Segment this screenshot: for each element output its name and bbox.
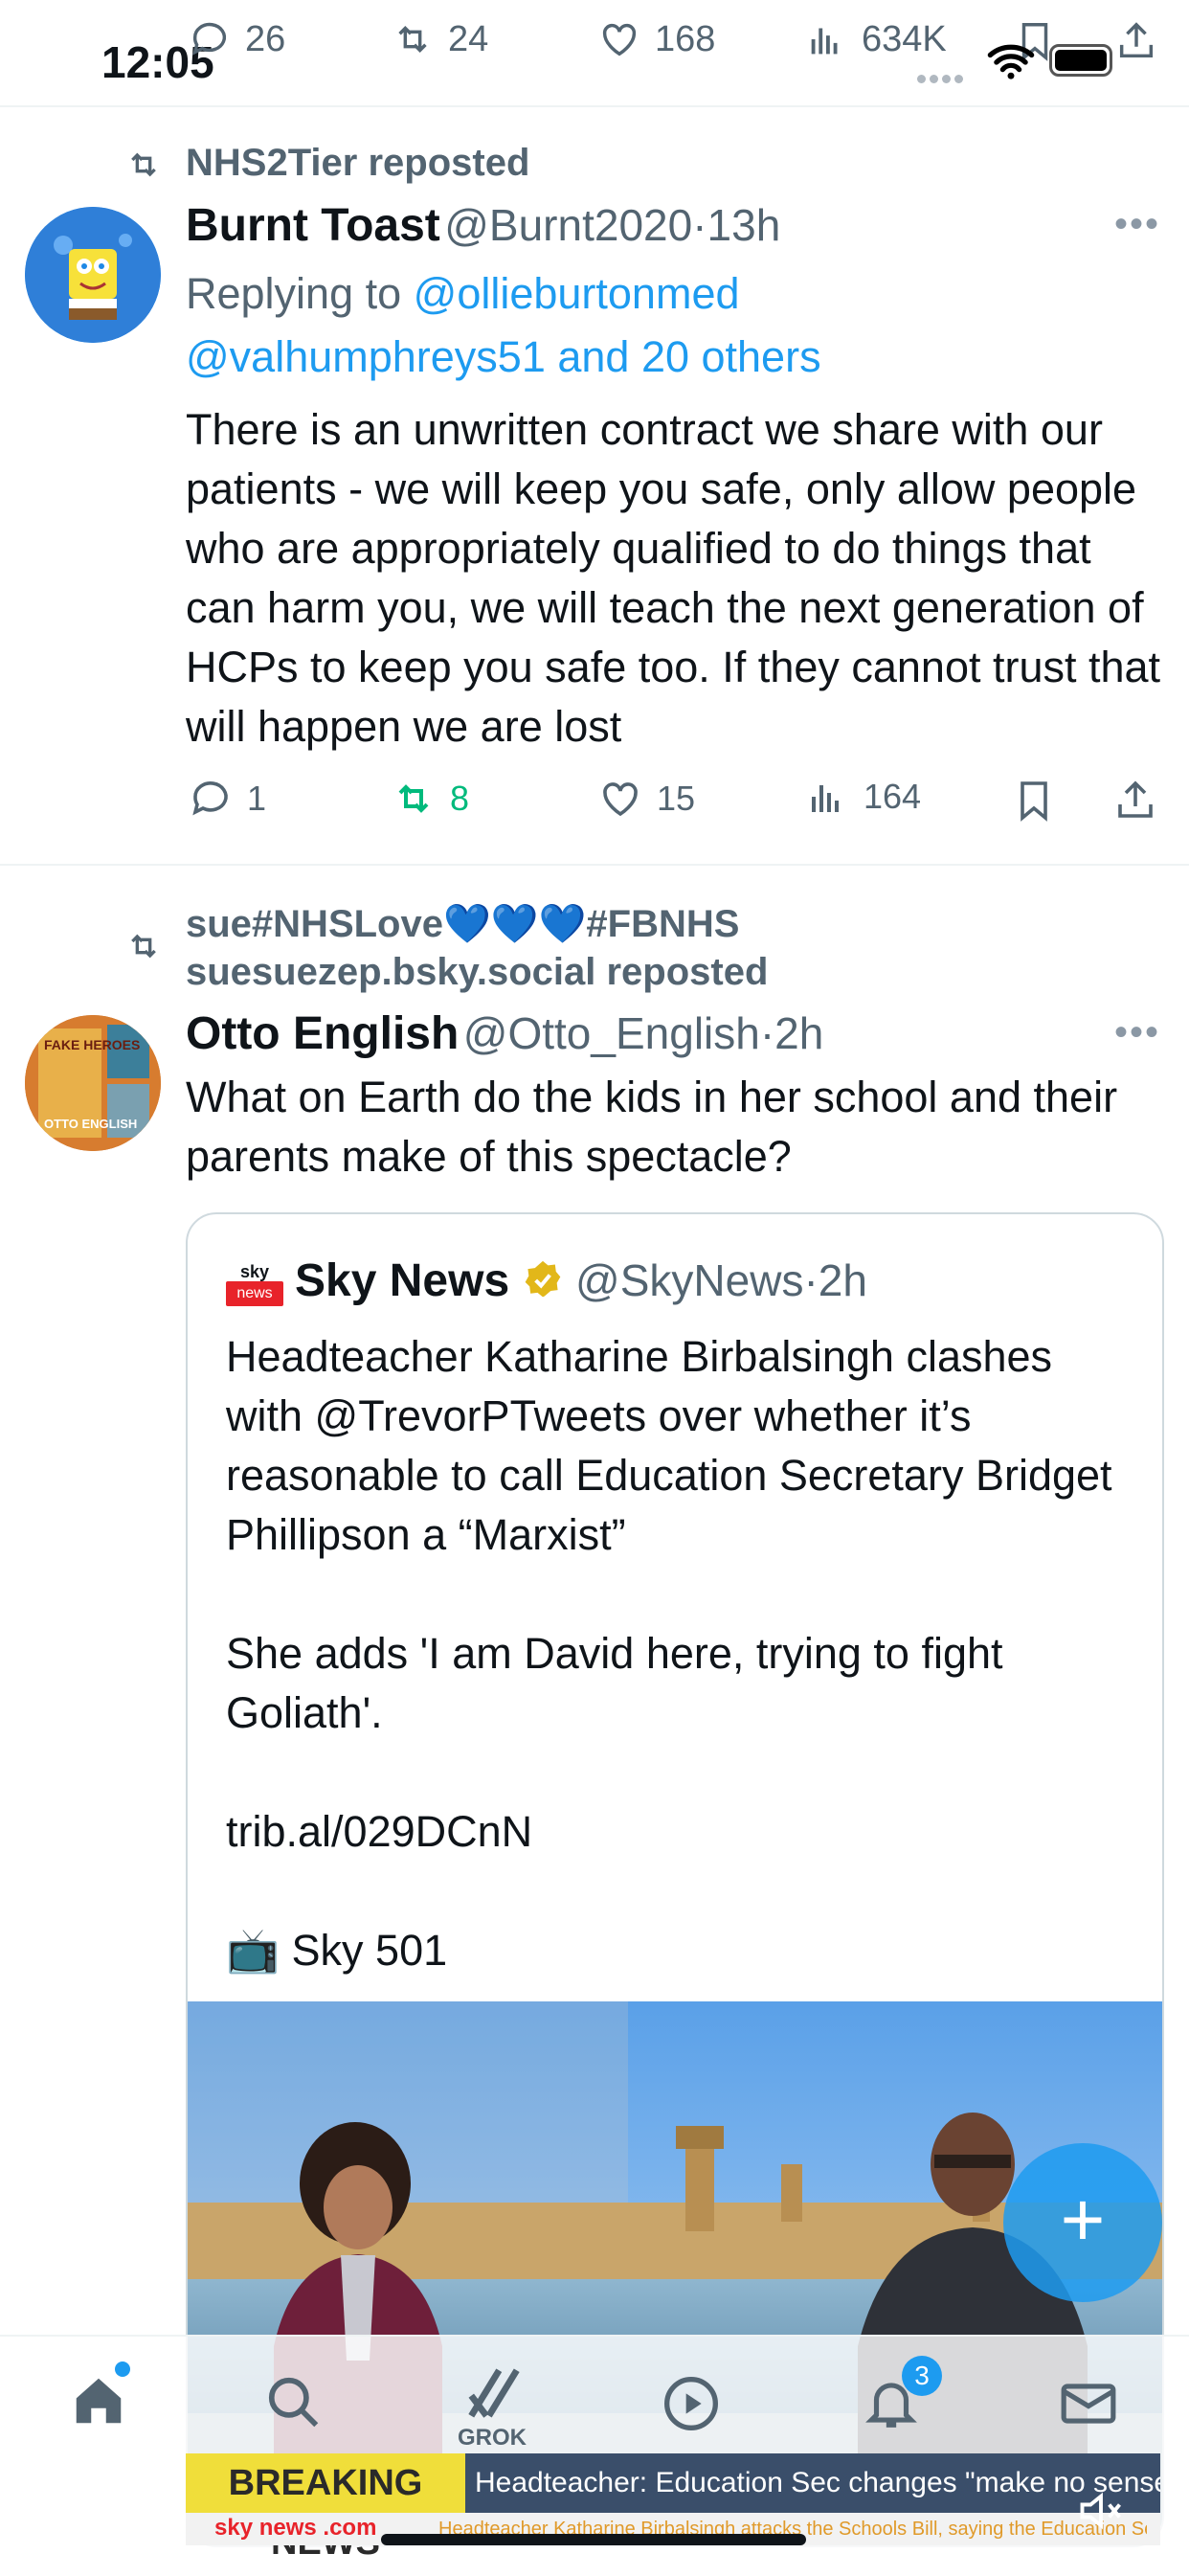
sky-news-logo: sky news xyxy=(226,1262,283,1314)
separator-dot: · xyxy=(803,1255,819,1305)
like-count: 15 xyxy=(657,779,696,818)
breaking-news-label: BREAKING NEWS xyxy=(186,2453,465,2563)
views-count: 164 xyxy=(864,777,922,816)
top-reply-count: 26 xyxy=(245,18,286,59)
top-repost-stat[interactable]: 24 xyxy=(391,17,488,61)
search-icon[interactable] xyxy=(264,2373,324,2432)
quote-author-handle[interactable]: @SkyNews xyxy=(575,1255,803,1305)
post1-header: Burnt Toast @Burnt2020·13h xyxy=(186,199,780,252)
breaking-news-banner: BREAKING NEWS Headteacher: Education Sec… xyxy=(186,2453,1160,2563)
avatar[interactable]: FAKE HEROES OTTO ENGLISH xyxy=(25,1015,161,1151)
notifications-badge: 3 xyxy=(902,2356,942,2396)
home-unread-dot xyxy=(115,2361,130,2377)
avatar[interactable] xyxy=(25,207,161,343)
repost-icon xyxy=(131,934,156,959)
grok-label: GROK xyxy=(458,2425,527,2451)
reply-mention-link[interactable]: @ollieburtonmed xyxy=(414,269,740,318)
top-bar: 12:05 26 24 168 634K xyxy=(0,0,1189,107)
signal-icon xyxy=(917,71,971,83)
breaking-news-headline: Headteacher: Education Sec changes "make… xyxy=(465,2453,1160,2513)
quote-paragraph: Headteacher Katharine Birbalsingh clashe… xyxy=(226,1332,1112,1559)
quote-channel-line: 📺 Sky 501 xyxy=(226,1921,1135,1980)
post-text: There is an unwritten contract we share … xyxy=(186,405,1161,751)
top-views-stat[interactable]: 634K xyxy=(804,17,947,61)
top-views-count: 634K xyxy=(862,18,947,59)
separator-dot: · xyxy=(692,200,707,250)
views-button[interactable]: 164 xyxy=(804,774,921,820)
separator-dot: · xyxy=(759,1008,775,1058)
repost-count: 8 xyxy=(450,779,470,818)
sky-news-brand: sky news .com xyxy=(214,2515,377,2541)
reply-mentions-more-link[interactable]: @valhumphreys51 and 20 others xyxy=(186,332,821,381)
author-name[interactable]: Otto English xyxy=(186,1008,459,1059)
top-like-count: 168 xyxy=(655,18,716,59)
spongebob-avatar-image xyxy=(25,207,161,343)
quote-header: Sky News @SkyNews·2h xyxy=(295,1254,867,1307)
channel-text: Sky 501 xyxy=(280,1926,448,1975)
more-options-icon[interactable]: ••• xyxy=(1114,203,1160,246)
replying-prefix: Replying to xyxy=(186,269,414,318)
author-name[interactable]: Burnt Toast xyxy=(186,200,440,251)
news-logo-text: news xyxy=(226,1281,283,1306)
views-icon xyxy=(811,28,838,55)
tv-icon: 📺 xyxy=(226,1926,280,1975)
sky-logo-text: sky xyxy=(239,1262,270,1281)
home-indicator xyxy=(381,2534,806,2545)
avatar-book-author: OTTO ENGLISH xyxy=(44,1117,137,1131)
reply-count: 1 xyxy=(247,779,267,818)
reposted-by[interactable]: NHS2Tier reposted xyxy=(186,142,529,185)
mail-icon[interactable] xyxy=(1059,2377,1118,2430)
home-icon[interactable] xyxy=(69,2371,128,2430)
reply-icon xyxy=(192,781,228,816)
compose-fab-button[interactable]: + xyxy=(1003,2143,1162,2302)
quote-author-name[interactable]: Sky News xyxy=(295,1255,509,1306)
like-button[interactable]: 15 xyxy=(597,776,695,822)
grok-icon[interactable] xyxy=(463,2365,525,2421)
replying-to: Replying to @ollieburtonmed @valhumphrey… xyxy=(186,262,1143,389)
battery-icon xyxy=(1049,44,1112,77)
post-divider xyxy=(0,864,1189,866)
repost-icon xyxy=(398,26,427,53)
post-text: What on Earth do the kids in her school … xyxy=(186,1073,1118,1181)
views-icon xyxy=(812,785,839,812)
reply-button[interactable]: 1 xyxy=(188,776,266,822)
wifi-icon xyxy=(987,44,1035,79)
top-repost-count: 24 xyxy=(448,18,489,59)
post2-header: Otto English @Otto_English·2h xyxy=(186,1007,823,1060)
heart-icon xyxy=(603,782,638,817)
book-cover-avatar-image: FAKE HEROES OTTO ENGLISH xyxy=(25,1015,161,1151)
share-icon[interactable] xyxy=(1112,776,1158,825)
post-time[interactable]: 13h xyxy=(707,200,781,250)
reposted-by-name: sue#NHSLove💙💙💙#FBNHS xyxy=(186,903,740,945)
author-handle[interactable]: @Otto_English xyxy=(463,1008,760,1058)
share-icon[interactable] xyxy=(1114,17,1158,65)
post-time[interactable]: 2h xyxy=(774,1008,823,1058)
bookmark-icon[interactable] xyxy=(1011,776,1057,825)
quote-paragraph: She adds 'I am David here, trying to fig… xyxy=(226,1629,1003,1737)
quote-link[interactable]: trib.al/029DCnN xyxy=(226,1802,1135,1862)
reposted-by[interactable]: sue#NHSLove💙💙💙#FBNHS suesuezep.bsky.soci… xyxy=(186,900,768,996)
repost-icon xyxy=(131,152,156,177)
top-reply-stat[interactable]: 26 xyxy=(188,17,285,61)
reposted-by-label: suesuezep.bsky.social reposted xyxy=(186,951,769,993)
heart-icon xyxy=(602,23,637,56)
verified-badge-icon xyxy=(525,1260,560,1298)
quote-time: 2h xyxy=(818,1255,867,1305)
mute-icon[interactable] xyxy=(1076,2490,1126,2532)
more-options-icon[interactable]: ••• xyxy=(1114,1011,1160,1054)
quote-text: Headteacher Katharine Birbalsingh clashe… xyxy=(226,1327,1135,1980)
author-handle[interactable]: @Burnt2020 xyxy=(444,200,692,250)
reply-icon xyxy=(192,22,227,56)
repost-button[interactable]: 8 xyxy=(391,776,469,822)
avatar-book-title: FAKE HEROES xyxy=(44,1037,140,1052)
top-like-stat[interactable]: 168 xyxy=(597,17,715,61)
repost-icon xyxy=(398,784,429,813)
video-icon[interactable] xyxy=(661,2373,722,2434)
